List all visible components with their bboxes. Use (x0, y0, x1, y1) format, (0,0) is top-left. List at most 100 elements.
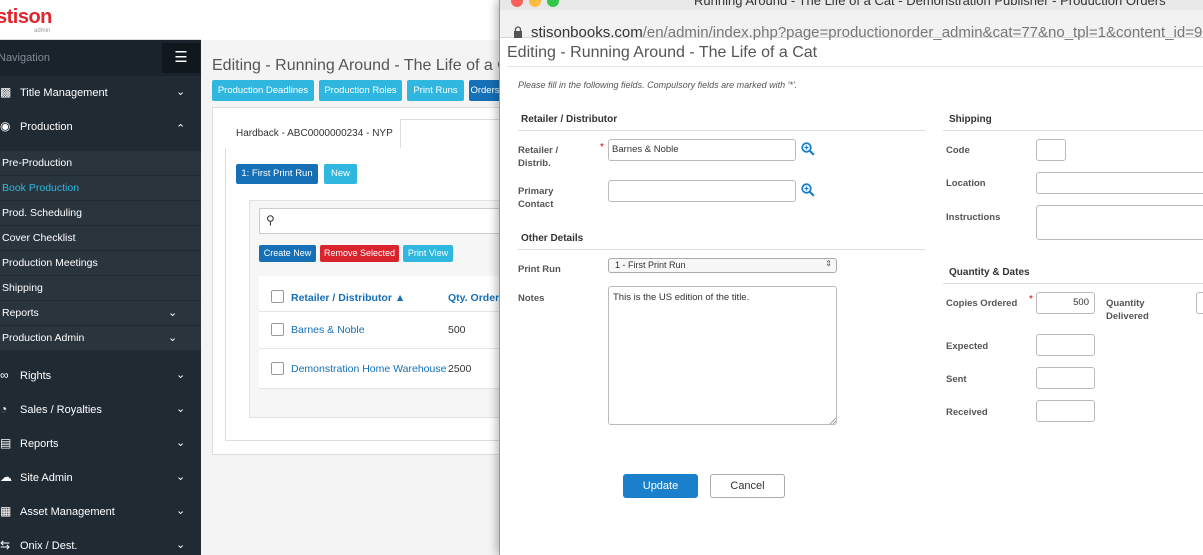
chevron-down-icon: ⌄ (176, 437, 186, 449)
sidebar-subitem-pre-production[interactable]: Pre-Production (0, 151, 201, 175)
magnify-plus-icon[interactable] (801, 183, 815, 197)
sidebar-subitem-cover-checklist[interactable]: Cover Checklist (0, 226, 201, 250)
close-window-icon[interactable] (511, 0, 523, 7)
sent-date-input[interactable] (1036, 367, 1095, 389)
tab-production-roles[interactable]: Production Roles (319, 80, 402, 101)
column-header-retailer[interactable]: Retailer / Distributor ▲ (291, 292, 405, 304)
primary-contact-label: Primary Contact (518, 186, 554, 210)
sidebar-subitem-label: Shipping (2, 282, 43, 294)
required-marker: * (1029, 294, 1033, 305)
received-date-input[interactable] (1036, 400, 1095, 422)
tab-production-deadlines[interactable]: Production Deadlines (212, 80, 314, 101)
sidebar-subitem-label: Reports (2, 307, 39, 319)
sidebar-subitem-book-production[interactable]: Book Production (0, 176, 201, 200)
quantity-delivered-input[interactable] (1196, 292, 1203, 314)
print-view-button[interactable]: Print View (403, 245, 453, 262)
sidebar-subitem-label: Prod. Scheduling (2, 207, 82, 219)
tab-print-runs[interactable]: Print Runs (407, 80, 464, 101)
sidebar-subitem-production-admin[interactable]: Production Admin ⌄ (0, 326, 201, 350)
search-icon: ⚲ (266, 213, 275, 227)
lock-icon (514, 26, 522, 38)
nav-header-label: Navigation (0, 52, 50, 64)
section-divider (518, 130, 925, 131)
sidebar-subitem-shipping[interactable]: Shipping (0, 276, 201, 300)
location-label: Location (946, 178, 986, 189)
chevron-down-icon: ⌄ (168, 307, 178, 319)
sent-label: Sent (946, 374, 967, 385)
print-run-select[interactable]: 1 - First Print Run ⇕ (608, 258, 837, 273)
chevron-down-icon: ⌄ (176, 539, 186, 551)
code-input[interactable] (1036, 139, 1066, 161)
select-all-checkbox[interactable] (271, 290, 284, 303)
group-icon: ◉ (0, 119, 11, 133)
copies-ordered-input[interactable]: 500 (1036, 292, 1095, 314)
sidebar-subitem-prod-scheduling[interactable]: Prod. Scheduling (0, 201, 201, 225)
search-input[interactable] (259, 208, 512, 234)
sidebar-item-label: Title Management (20, 87, 108, 99)
logo-subtitle: admin (34, 28, 51, 34)
chevron-down-icon: ⌄ (176, 369, 186, 381)
book-icon: ▩ (0, 85, 12, 99)
remove-selected-button[interactable]: Remove Selected (320, 245, 399, 262)
chevron-down-icon: ⌄ (176, 471, 186, 483)
image-icon: ▦ (0, 504, 12, 518)
minimize-window-icon[interactable] (529, 0, 541, 7)
hamburger-icon[interactable]: ☰ (162, 43, 200, 73)
chevron-up-icon: ⌃ (176, 123, 186, 135)
create-new-button[interactable]: Create New (259, 245, 316, 262)
tab-orders[interactable]: Orders (469, 80, 501, 101)
row-qty: 2500 (448, 363, 472, 375)
primary-contact-input[interactable] (608, 180, 796, 202)
sidebar-subitem-reports[interactable]: Reports ⌄ (0, 301, 201, 325)
new-run-button[interactable]: New (324, 164, 357, 184)
retailer-input[interactable]: Barnes & Noble (608, 139, 796, 161)
sidebar-subitem-production-meetings[interactable]: Production Meetings (0, 251, 201, 275)
row-checkbox[interactable] (271, 362, 284, 375)
popup-page-title: Editing - Running Around - The Life of a… (507, 44, 818, 61)
row-retailer-link[interactable]: Demonstration Home Warehouse (291, 363, 446, 375)
sidebar-item-rights[interactable]: ∞ Rights ⌄ (0, 359, 201, 393)
received-label: Received (946, 407, 988, 418)
required-marker: * (600, 142, 604, 153)
notes-textarea[interactable]: This is the US edition of the title. (608, 286, 837, 425)
form-hint: Please fill in the following fields. Com… (518, 80, 798, 90)
sidebar-item-site-admin[interactable]: ☁ Site Admin ⌄ (0, 461, 201, 495)
location-input[interactable] (1036, 172, 1203, 194)
pie-chart-icon: ◔ (0, 402, 8, 416)
expected-date-input[interactable] (1036, 334, 1095, 356)
cancel-button[interactable]: Cancel (710, 474, 785, 498)
sidebar-item-production[interactable]: ◉ Production ⌃ (0, 110, 201, 144)
sidebar-item-reports[interactable]: ▤ Reports ⌄ (0, 427, 201, 461)
row-qty: 500 (448, 324, 466, 336)
sidebar-item-title-management[interactable]: ▩ Title Management ⌄ (0, 76, 201, 110)
notes-label: Notes (518, 293, 545, 304)
sidebar-subitem-label: Production Admin (2, 332, 85, 344)
instructions-input[interactable] (1036, 205, 1203, 240)
column-header-qty[interactable]: Qty. Ordered (448, 292, 500, 304)
print-run-button[interactable]: 1: First Print Run (236, 164, 318, 184)
chevron-down-icon: ⌄ (168, 332, 178, 344)
window-title: Running Around - The Life of a Cat - Dem… (694, 0, 1166, 8)
instructions-label: Instructions (946, 212, 1001, 223)
update-button[interactable]: Update (623, 474, 698, 498)
magnify-plus-icon[interactable] (801, 142, 815, 156)
sidebar-item-asset-management[interactable]: ▦ Asset Management ⌄ (0, 495, 201, 529)
sidebar-item-label: Sales / Royalties (20, 404, 102, 416)
expected-label: Expected (946, 341, 989, 352)
sidebar-subitem-label: Book Production (2, 182, 80, 194)
sidebar-item-sales-royalties[interactable]: ◔ Sales / Royalties ⌄ (0, 393, 201, 427)
resize-grip-icon[interactable] (829, 417, 836, 424)
sidebar-item-label: Onix / Dest. (20, 540, 78, 552)
sidebar-subitem-label: Pre-Production (2, 157, 73, 169)
logo: stison (0, 6, 52, 28)
section-divider (943, 283, 1203, 284)
row-checkbox[interactable] (271, 323, 284, 336)
sidebar-item-onix-dest[interactable]: ⇆ Onix / Dest. ⌄ (0, 529, 201, 555)
sidebar-item-label: Production (20, 121, 73, 133)
row-divider (259, 311, 512, 312)
maximize-window-icon[interactable] (547, 0, 559, 7)
chevron-down-icon: ⌄ (176, 505, 186, 517)
row-retailer-link[interactable]: Barnes & Noble (291, 324, 365, 336)
url-bar[interactable]: stisonbooks.com/en/admin/index.php?page=… (500, 10, 1203, 41)
section-other-title: Other Details (521, 233, 584, 244)
